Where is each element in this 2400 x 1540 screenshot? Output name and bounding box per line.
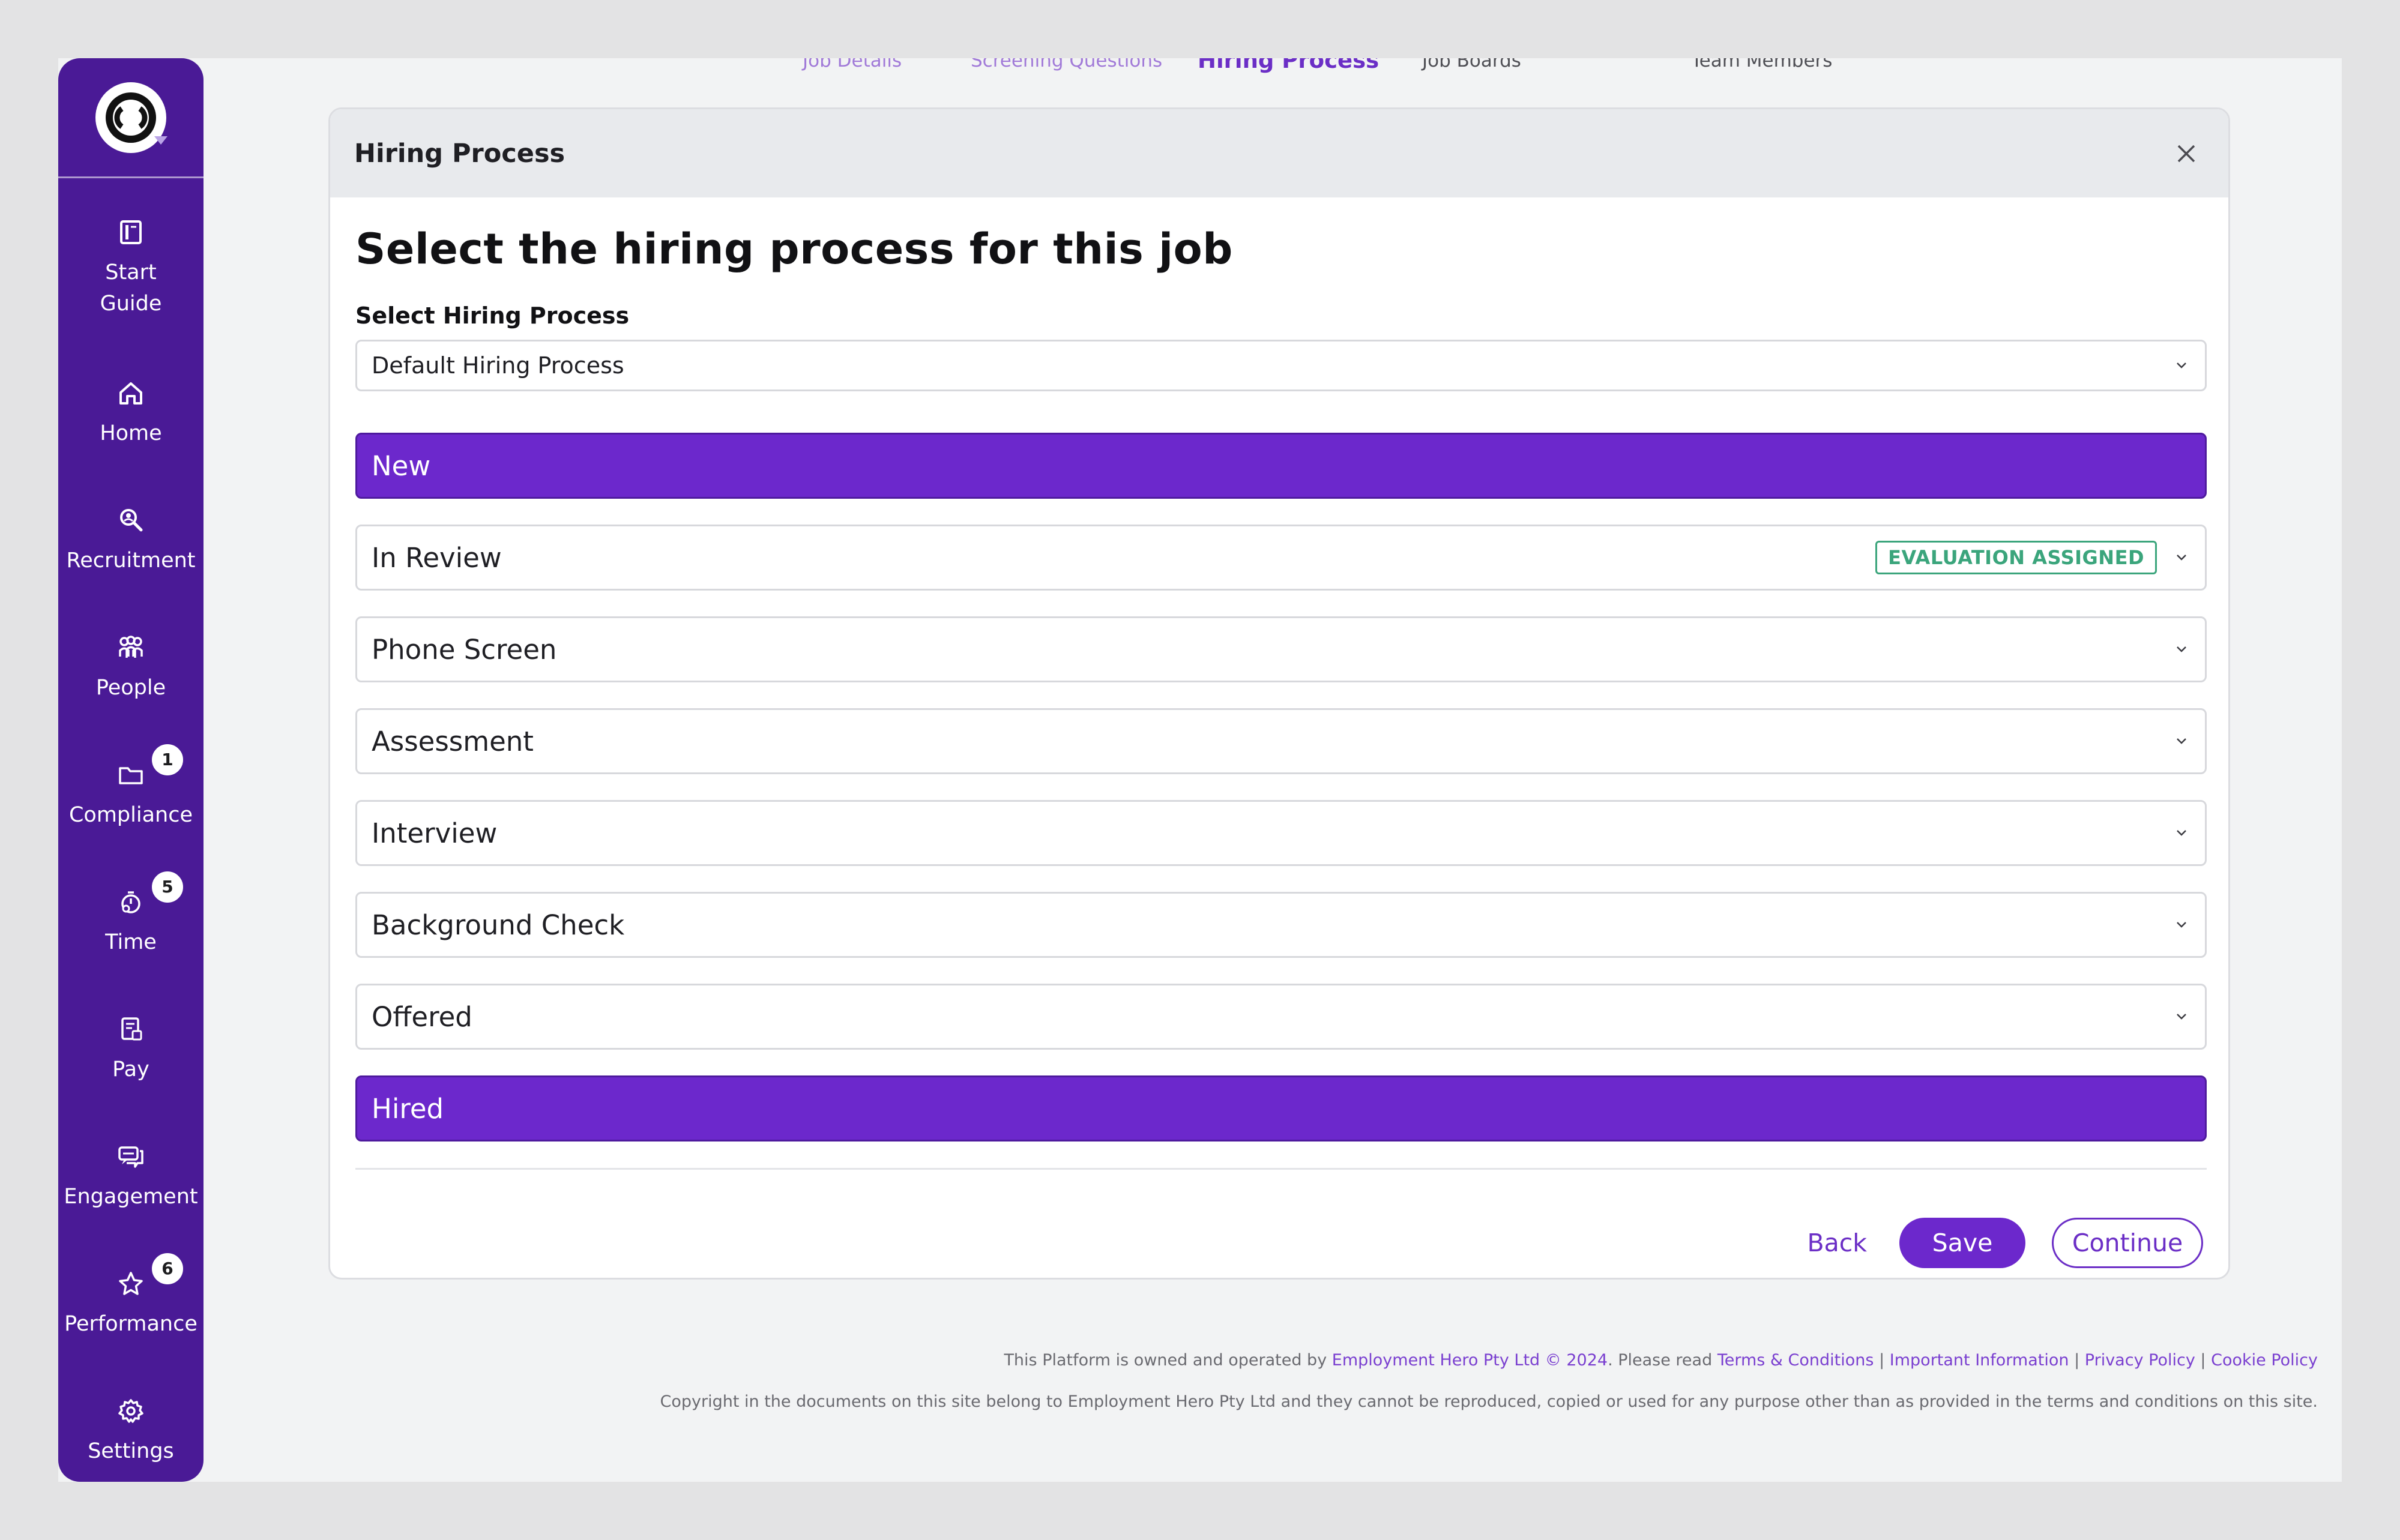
- logo-caret-icon: [154, 136, 167, 145]
- sidebar-item-settings[interactable]: Settings: [58, 1396, 204, 1467]
- hiring-process-select[interactable]: Default Hiring Process: [355, 340, 2207, 391]
- stage-in-review[interactable]: In Review EVALUATION ASSIGNED: [355, 525, 2207, 591]
- cookie-policy-link[interactable]: Cookie Policy: [2211, 1351, 2318, 1370]
- stage-offered[interactable]: Offered: [355, 984, 2207, 1050]
- footer-copyright: Copyright in the documents on this site …: [660, 1392, 2318, 1411]
- sidebar-item-start-guide[interactable]: Start Guide: [58, 217, 204, 319]
- logo-area[interactable]: [58, 58, 204, 178]
- sidebar-item-label: Settings: [88, 1439, 174, 1463]
- hiring-process-select-value: Default Hiring Process: [372, 352, 624, 379]
- save-button[interactable]: Save: [1899, 1218, 2025, 1268]
- book-icon: [116, 217, 146, 247]
- chevron-down-icon[interactable]: [2172, 732, 2190, 750]
- close-button[interactable]: [2168, 136, 2204, 172]
- stage-assessment[interactable]: Assessment: [355, 708, 2207, 774]
- sidebar-item-label: Start: [105, 260, 157, 284]
- footer-legal-line: This Platform is owned and operated by E…: [1004, 1351, 2318, 1370]
- tab-team-members[interactable]: Team Members: [1691, 58, 1832, 71]
- sidebar-item-recruitment[interactable]: Recruitment: [58, 505, 204, 576]
- footer-text: This Platform is owned and operated by: [1004, 1351, 1332, 1370]
- app-frame: Start Guide Home Recruitment People 1 Co…: [58, 58, 2342, 1482]
- sidebar-item-label: Engagement: [64, 1185, 198, 1209]
- chevron-down-icon[interactable]: [2172, 1008, 2190, 1026]
- sidebar-item-performance[interactable]: 6 Performance: [58, 1251, 204, 1340]
- evaluation-assigned-badge: EVALUATION ASSIGNED: [1875, 541, 2157, 574]
- sidebar-item-label: Pay: [112, 1057, 149, 1081]
- privacy-policy-link[interactable]: Privacy Policy: [2085, 1351, 2195, 1370]
- sidebar-item-label: Recruitment: [66, 549, 196, 573]
- footer-separator: |: [2200, 1351, 2206, 1370]
- close-icon: [2177, 145, 2195, 162]
- divider: [355, 1168, 2207, 1170]
- footer-text: . Please read: [1608, 1351, 1717, 1370]
- page-title: Select the hiring process for this job: [355, 224, 1233, 274]
- stage-label: Background Check: [372, 909, 625, 941]
- card-header-title: Hiring Process: [354, 138, 565, 169]
- home-icon: [116, 378, 146, 408]
- chevron-down-icon[interactable]: [2172, 549, 2190, 567]
- continue-button[interactable]: Continue: [2052, 1218, 2203, 1268]
- tab-job-boards[interactable]: Job Boards: [1422, 58, 1521, 71]
- sidebar-item-time[interactable]: 5 Time: [58, 869, 204, 958]
- stage-background-check[interactable]: Background Check: [355, 892, 2207, 958]
- card-actions: Back Save Continue: [1801, 1218, 2203, 1268]
- gear-icon: [116, 1396, 146, 1426]
- people-icon: [116, 633, 146, 663]
- footer-separator: |: [2074, 1351, 2080, 1370]
- sidebar-item-pay[interactable]: Pay: [58, 1014, 204, 1085]
- company-link[interactable]: Employment Hero Pty Ltd © 2024: [1332, 1351, 1608, 1370]
- select-hiring-process-label: Select Hiring Process: [355, 302, 630, 329]
- sidebar-item-label: Guide: [100, 292, 162, 316]
- hiring-process-card: Hiring Process Select the hiring process…: [328, 107, 2230, 1280]
- sidebar-item-label: Performance: [64, 1312, 197, 1336]
- tab-screening-questions[interactable]: Screening Questions: [971, 58, 1162, 71]
- sidebar-item-label: Home: [100, 421, 162, 445]
- chevron-down-icon[interactable]: [2172, 916, 2190, 934]
- tab-hiring-process[interactable]: Hiring Process: [1198, 58, 1379, 73]
- sidebar-item-people[interactable]: People: [58, 633, 204, 703]
- stage-label: Interview: [372, 817, 498, 849]
- back-button[interactable]: Back: [1801, 1229, 1873, 1257]
- footer-separator: |: [1879, 1351, 1885, 1370]
- tab-job-details[interactable]: Job Details: [803, 58, 902, 71]
- stage-hired: Hired: [355, 1075, 2207, 1141]
- time-count-badge: 5: [149, 869, 185, 905]
- stage-interview[interactable]: Interview: [355, 800, 2207, 866]
- stage-new: New: [355, 433, 2207, 499]
- performance-count-badge: 6: [149, 1251, 185, 1287]
- sidebar: Start Guide Home Recruitment People 1 Co…: [58, 58, 204, 1482]
- timer-icon: 5: [116, 869, 185, 917]
- sidebar-item-label: Time: [105, 930, 157, 954]
- chat-icon: [116, 1141, 146, 1172]
- stage-label: New: [372, 450, 431, 482]
- sidebar-item-compliance[interactable]: 1 Compliance: [58, 742, 204, 831]
- sidebar-item-label: People: [95, 676, 166, 700]
- chevron-down-icon: [2172, 356, 2190, 374]
- stage-phone-screen[interactable]: Phone Screen: [355, 616, 2207, 682]
- compliance-count-badge: 1: [149, 742, 185, 778]
- stage-label: Offered: [372, 1000, 472, 1033]
- important-information-link[interactable]: Important Information: [1890, 1351, 2069, 1370]
- stage-label: Phone Screen: [372, 633, 557, 666]
- chevron-down-icon[interactable]: [2172, 640, 2190, 658]
- stage-label: Assessment: [372, 725, 534, 757]
- stage-label: In Review: [372, 541, 502, 574]
- stage-label: Hired: [372, 1092, 444, 1125]
- chevron-down-icon[interactable]: [2172, 824, 2190, 842]
- recruit-search-icon: [116, 505, 146, 535]
- star-icon: 6: [116, 1251, 185, 1299]
- folder-icon: 1: [116, 742, 185, 790]
- sidebar-item-label: Compliance: [68, 803, 193, 827]
- payslip-icon: [116, 1014, 146, 1044]
- card-header: Hiring Process: [330, 109, 2228, 197]
- sidebar-item-home[interactable]: Home: [58, 378, 204, 449]
- sidebar-item-engagement[interactable]: Engagement: [58, 1141, 204, 1212]
- terms-link[interactable]: Terms & Conditions: [1717, 1351, 1874, 1370]
